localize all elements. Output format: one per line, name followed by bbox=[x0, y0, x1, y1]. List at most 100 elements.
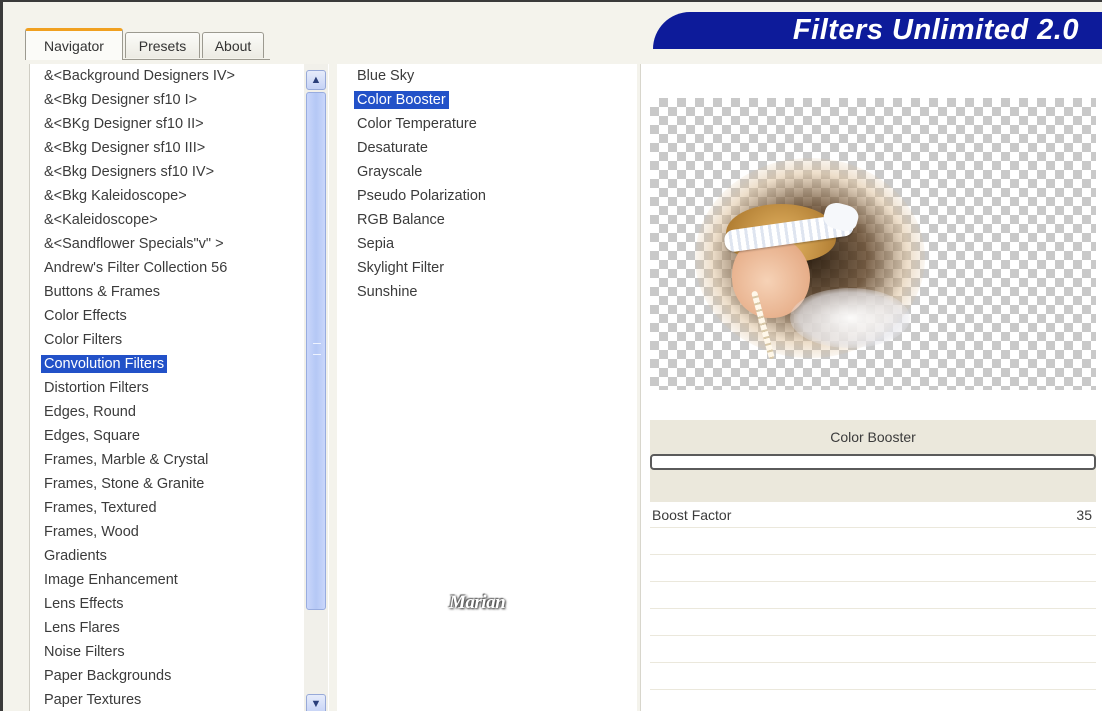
filter-item-label: Desaturate bbox=[357, 140, 428, 156]
category-item[interactable]: &<Background Designers IV> bbox=[30, 64, 306, 88]
title-banner: Filters Unlimited 2.0 bbox=[653, 12, 1102, 49]
app-title: Filters Unlimited 2.0 bbox=[792, 14, 1079, 46]
category-item[interactable]: Convolution Filters bbox=[30, 352, 306, 376]
category-item-label: Paper Backgrounds bbox=[44, 668, 172, 684]
category-item[interactable]: Color Effects bbox=[30, 304, 306, 328]
category-item-label: Frames, Wood bbox=[44, 524, 139, 540]
category-item[interactable]: Andrew's Filter Collection 56 bbox=[30, 256, 306, 280]
category-item-label: &<Bkg Designer sf10 I> bbox=[44, 92, 198, 108]
filter-item[interactable]: Sunshine bbox=[337, 280, 637, 304]
filter-item[interactable]: Color Temperature bbox=[337, 112, 637, 136]
category-item-label: Edges, Round bbox=[44, 404, 136, 420]
preview-image bbox=[650, 98, 1096, 390]
category-scrollbar[interactable]: ▲ ▼ bbox=[304, 64, 328, 711]
parameter-label: Boost Factor bbox=[652, 506, 732, 523]
tab-navigator[interactable]: Navigator bbox=[25, 28, 123, 60]
filter-item-label: Grayscale bbox=[357, 164, 423, 180]
category-item[interactable]: Frames, Stone & Granite bbox=[30, 472, 306, 496]
category-item-label: Frames, Marble & Crystal bbox=[44, 452, 209, 468]
category-item[interactable]: Edges, Round bbox=[30, 400, 306, 424]
category-item[interactable]: Frames, Textured bbox=[30, 496, 306, 520]
preview-doll-lace bbox=[790, 288, 910, 348]
category-item[interactable]: Frames, Wood bbox=[30, 520, 306, 544]
filter-item-label: RGB Balance bbox=[357, 212, 445, 228]
filter-item-label: Skylight Filter bbox=[357, 260, 445, 276]
chevron-down-icon: ▼ bbox=[310, 698, 322, 710]
filter-item[interactable]: Sepia bbox=[337, 232, 637, 256]
category-list[interactable]: &<Background Designers IV> &<Bkg Designer… bbox=[30, 64, 306, 711]
category-item-label: &<Sandflower Specials"v" > bbox=[44, 236, 224, 252]
category-item-label: Andrew's Filter Collection 56 bbox=[44, 260, 228, 276]
scrollbar-thumb[interactable] bbox=[306, 92, 326, 610]
category-item[interactable]: Distortion Filters bbox=[30, 376, 306, 400]
scroll-down-button[interactable]: ▼ bbox=[306, 694, 326, 711]
parameter-row[interactable] bbox=[650, 555, 1096, 582]
filter-item[interactable]: RGB Balance bbox=[337, 208, 637, 232]
parameter-row[interactable] bbox=[650, 582, 1096, 609]
category-item[interactable]: &<Bkg Designer sf10 I> bbox=[30, 88, 306, 112]
tab-presets[interactable]: Presets bbox=[125, 32, 200, 58]
category-item-label: &<Kaleidoscope> bbox=[44, 212, 158, 228]
category-item-label: Edges, Square bbox=[44, 428, 140, 444]
category-item[interactable]: &<Kaleidoscope> bbox=[30, 208, 306, 232]
category-item[interactable]: &<Bkg Designer sf10 III> bbox=[30, 136, 306, 160]
tab-about[interactable]: About bbox=[202, 32, 264, 58]
parameter-list: Boost Factor 35 bbox=[650, 502, 1096, 690]
category-item[interactable]: Paper Backgrounds bbox=[30, 664, 306, 688]
category-item-label: &<Bkg Kaleidoscope> bbox=[44, 188, 187, 204]
filter-item[interactable]: Grayscale bbox=[337, 160, 637, 184]
category-item-label: &<BKg Designer sf10 II> bbox=[44, 116, 204, 132]
app-window: Presets About Navigator Filters Unlimite… bbox=[0, 0, 1102, 711]
parameter-row[interactable]: Boost Factor 35 bbox=[650, 502, 1096, 528]
category-item-label: &<Background Designers IV> bbox=[44, 68, 236, 84]
progress-bar bbox=[650, 454, 1096, 470]
filter-list-panel: Blue Sky Color Booster Color Temperature De… bbox=[337, 64, 637, 711]
filter-item[interactable]: Blue Sky bbox=[337, 64, 637, 88]
category-item-label: Image Enhancement bbox=[44, 572, 178, 588]
filter-item-label: Sepia bbox=[357, 236, 395, 252]
category-item[interactable]: Lens Flares bbox=[30, 616, 306, 640]
parameter-value[interactable]: 35 bbox=[1076, 507, 1092, 523]
watermark-text: Marian bbox=[449, 592, 506, 613]
filter-item-label: Blue Sky bbox=[357, 68, 415, 84]
category-item[interactable]: Lens Effects bbox=[30, 592, 306, 616]
category-item[interactable]: &<Sandflower Specials"v" > bbox=[30, 232, 306, 256]
category-item-label: Color Filters bbox=[44, 332, 123, 348]
category-item[interactable]: &<Bkg Designers sf10 IV> bbox=[30, 160, 306, 184]
filter-item[interactable]: Desaturate bbox=[337, 136, 637, 160]
filter-item-label: Color Temperature bbox=[357, 116, 477, 132]
filter-item[interactable]: Color Booster bbox=[337, 88, 637, 112]
category-item[interactable]: Buttons & Frames bbox=[30, 280, 306, 304]
category-item-label: Frames, Stone & Granite bbox=[44, 476, 205, 492]
category-item-label: &<Bkg Designers sf10 IV> bbox=[44, 164, 215, 180]
category-item-label: Frames, Textured bbox=[44, 500, 157, 516]
category-item[interactable]: &<Bkg Kaleidoscope> bbox=[30, 184, 306, 208]
category-item[interactable]: Noise Filters bbox=[30, 640, 306, 664]
category-item-label: Convolution Filters bbox=[41, 355, 168, 373]
filter-list[interactable]: Blue Sky Color Booster Color Temperature De… bbox=[337, 64, 637, 304]
category-item[interactable]: Gradients bbox=[30, 544, 306, 568]
category-item-label: &<Bkg Designer sf10 III> bbox=[44, 140, 206, 156]
category-item-label: Lens Effects bbox=[44, 596, 124, 612]
category-item[interactable]: Color Filters bbox=[30, 328, 306, 352]
selected-filter-title: Color Booster bbox=[650, 420, 1096, 454]
preview-panel: Color Booster Boost Factor 35 bbox=[640, 64, 1102, 711]
category-item[interactable]: &<BKg Designer sf10 II> bbox=[30, 112, 306, 136]
category-item-label: Paper Textures bbox=[44, 692, 142, 708]
grip-icon bbox=[313, 343, 321, 355]
parameter-row[interactable] bbox=[650, 663, 1096, 690]
progress-area bbox=[650, 454, 1096, 502]
chevron-up-icon: ▲ bbox=[310, 74, 322, 86]
scroll-up-button[interactable]: ▲ bbox=[306, 70, 326, 90]
filter-item[interactable]: Skylight Filter bbox=[337, 256, 637, 280]
parameter-row[interactable] bbox=[650, 636, 1096, 663]
category-item[interactable]: Edges, Square bbox=[30, 424, 306, 448]
category-item[interactable]: Frames, Marble & Crystal bbox=[30, 448, 306, 472]
filter-item-label: Sunshine bbox=[357, 284, 418, 300]
category-item[interactable]: Image Enhancement bbox=[30, 568, 306, 592]
filter-item[interactable]: Pseudo Polarization bbox=[337, 184, 637, 208]
category-item[interactable]: Paper Textures bbox=[30, 688, 306, 711]
parameter-row[interactable] bbox=[650, 609, 1096, 636]
filter-item-label: Color Booster bbox=[354, 91, 449, 109]
parameter-row[interactable] bbox=[650, 528, 1096, 555]
